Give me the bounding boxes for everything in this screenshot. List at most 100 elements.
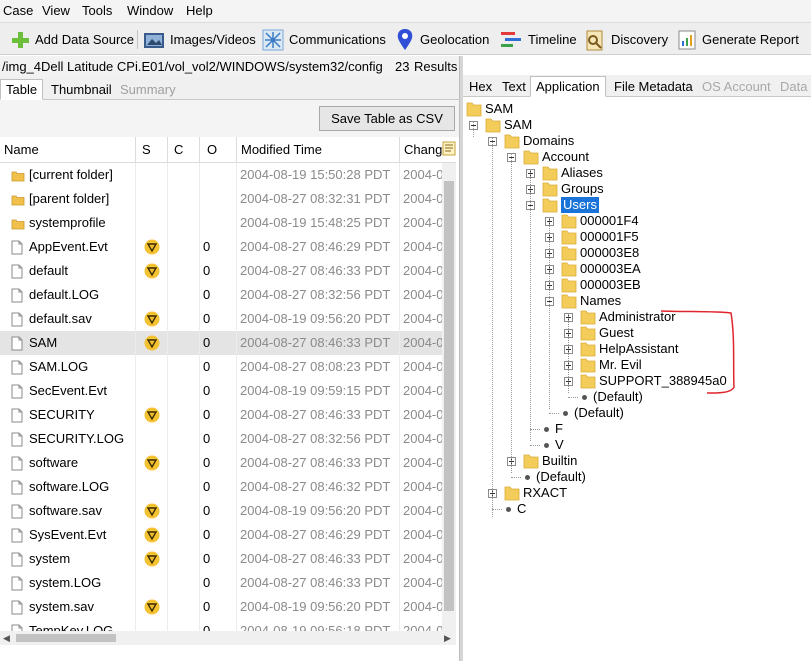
tab-thumbnail[interactable]: Thumbnail: [45, 79, 118, 100]
tab-text[interactable]: Text: [496, 76, 532, 97]
tree-node-groups[interactable]: Groups: [561, 181, 604, 197]
file-name: systemprofile: [29, 215, 106, 230]
table-row[interactable]: SAM.LOG 0 2004-08-27 08:08:23 PDT 2004-0: [0, 355, 442, 379]
tree-node-names-default[interactable]: (Default): [593, 389, 643, 405]
tree-node-mrevil[interactable]: Mr. Evil: [599, 357, 642, 373]
scroll-right-arrow-icon[interactable]: ▶: [444, 633, 451, 644]
column-header-modified-time[interactable]: Modified Time: [237, 137, 400, 163]
table-row[interactable]: SAM 0 2004-08-27 08:46:33 PDT 2004-0: [0, 331, 442, 355]
table-row[interactable]: default.sav 0 2004-08-19 09:56:20 PDT 2004-…: [0, 307, 442, 331]
tree-node-u5[interactable]: 000003EB: [580, 277, 641, 293]
table-row[interactable]: software.sav 0 2004-08-19 09:56:20 PDT 2004…: [0, 499, 442, 523]
tree-node-users-default[interactable]: (Default): [574, 405, 624, 421]
menu-tools[interactable]: Tools: [82, 3, 112, 18]
tree-node-sam[interactable]: SAM: [504, 117, 532, 133]
table-row[interactable]: SECURITY.LOG 0 2004-08-27 08:32:56 PDT 2004…: [0, 427, 442, 451]
cell-change-time: 2004-0: [403, 527, 442, 542]
menu-view[interactable]: View: [42, 3, 70, 18]
cell-score: [136, 571, 168, 595]
tree-node-u3[interactable]: 000003E8: [580, 245, 639, 261]
cell-name: SAM: [0, 331, 136, 355]
column-chooser-icon[interactable]: [442, 141, 456, 157]
cell-score: [136, 451, 168, 475]
menu-help[interactable]: Help: [186, 3, 213, 18]
tab-file-metadata[interactable]: File Metadata: [608, 76, 699, 97]
table-row[interactable]: [parent folder] 2004-08-27 08:32:31 PDT 20…: [0, 187, 442, 211]
table-row[interactable]: SysEvent.Evt 0 2004-08-27 08:46:29 PDT 2004…: [0, 523, 442, 547]
cell-name: software.sav: [0, 499, 136, 523]
table-row[interactable]: SecEvent.Evt 0 2004-08-19 09:59:15 PDT 2004…: [0, 379, 442, 403]
horizontal-scrollbar-thumb[interactable]: [16, 634, 116, 642]
geolocation-button[interactable]: Geolocation: [395, 26, 489, 53]
cell-occurrences: [200, 211, 237, 235]
registry-tree-panel: SAM SAM Domains Account Aliases Groups Users 00…: [463, 97, 811, 661]
content-viewer-tabs: Hex Text Application File Metadata OS Ac…: [463, 75, 811, 97]
tree-node-u1[interactable]: 000001F4: [580, 213, 639, 229]
occurrences-value: 0: [203, 527, 211, 542]
column-header-s[interactable]: S: [136, 137, 168, 163]
tree-node-u4[interactable]: 000003EA: [580, 261, 641, 277]
table-row[interactable]: systemprofile 2004-08-19 15:48:25 PDT 2004…: [0, 211, 442, 235]
tab-table[interactable]: Table: [0, 79, 44, 100]
column-header-o[interactable]: O: [200, 137, 237, 163]
table-row[interactable]: system 0 2004-08-27 08:46:33 PDT 2004-0: [0, 547, 442, 571]
current-path: /img_4Dell Latitude CPi.E01/vol_vol2/WIN…: [2, 59, 383, 74]
menu-window[interactable]: Window: [127, 3, 173, 18]
tree-node-u2[interactable]: 000001F5: [580, 229, 639, 245]
table-vertical-scrollbar[interactable]: [442, 163, 456, 631]
occurrences-value: 0: [203, 599, 211, 614]
occurrences-value: 0: [203, 455, 211, 470]
tree-node-guest[interactable]: Guest: [599, 325, 634, 341]
tree-node-names[interactable]: Names: [580, 293, 621, 309]
discovery-button[interactable]: Discovery: [584, 26, 668, 53]
tree-node-account[interactable]: Account: [542, 149, 589, 165]
tree-node-administrator[interactable]: Administrator: [599, 309, 676, 325]
menu-case[interactable]: Case: [3, 3, 33, 18]
tab-application[interactable]: Application: [530, 76, 606, 97]
table-row[interactable]: AppEvent.Evt 0 2004-08-27 08:46:29 PDT 2004…: [0, 235, 442, 259]
cell-occurrences: 0: [200, 523, 237, 547]
column-header-c[interactable]: C: [168, 137, 200, 163]
tab-hex[interactable]: Hex: [463, 76, 498, 97]
save-table-csv-button[interactable]: Save Table as CSV: [319, 106, 455, 131]
add-data-source-button[interactable]: Add Data Source: [10, 26, 134, 53]
tree-node-aliases[interactable]: Aliases: [561, 165, 603, 181]
table-row[interactable]: SECURITY 0 2004-08-27 08:46:33 PDT 2004-0: [0, 403, 442, 427]
scroll-left-arrow-icon[interactable]: ◀: [3, 633, 10, 644]
column-header-name[interactable]: Name: [0, 137, 136, 163]
notable-score-icon: [144, 239, 160, 259]
tree-node-rxact[interactable]: RXACT: [523, 485, 567, 501]
table-row[interactable]: default 0 2004-08-27 08:46:33 PDT 2004-0: [0, 259, 442, 283]
communications-button[interactable]: Communications: [262, 26, 386, 53]
tree-node-sam-root[interactable]: SAM: [485, 101, 513, 117]
tree-node-c[interactable]: C: [517, 501, 526, 517]
cell-score: [136, 331, 168, 355]
tree-node-domains-default[interactable]: (Default): [536, 469, 586, 485]
table-row[interactable]: default.LOG 0 2004-08-27 08:32:56 PDT 2004-…: [0, 283, 442, 307]
tree-node-v[interactable]: V: [555, 437, 564, 453]
cell-change-time: 2004-0: [403, 383, 442, 398]
tree-node-users[interactable]: Users: [561, 197, 599, 213]
table-row[interactable]: software 0 2004-08-27 08:46:33 PDT 2004-0: [0, 451, 442, 475]
scrollbar-thumb[interactable]: [444, 181, 454, 611]
table-row[interactable]: software.LOG 0 2004-08-27 08:46:32 PDT 2004…: [0, 475, 442, 499]
folder-icon: [11, 167, 25, 187]
tree-node-f[interactable]: F: [555, 421, 563, 437]
cell-occurrences: 0: [200, 427, 237, 451]
tree-node-builtin[interactable]: Builtin: [542, 453, 577, 469]
table-row[interactable]: TempKey.LOG 0 2004-08-19 09:56:18 PDT 2004-…: [0, 619, 442, 631]
tree-node-domains[interactable]: Domains: [523, 133, 574, 149]
generate-report-button[interactable]: Generate Report: [677, 26, 799, 53]
column-header-change-time[interactable]: Chang: [400, 137, 442, 163]
cell-comment: [168, 619, 200, 631]
table-row[interactable]: system.LOG 0 2004-08-27 08:46:33 PDT 2004-0: [0, 571, 442, 595]
occurrences-value: 0: [203, 503, 211, 518]
table-horizontal-scrollbar[interactable]: ◀ ▶: [0, 631, 456, 645]
timeline-button[interactable]: Timeline: [499, 26, 577, 53]
tree-node-helpassistant[interactable]: HelpAssistant: [599, 341, 678, 357]
images-videos-button[interactable]: Images/Videos: [143, 26, 256, 53]
tree-node-support[interactable]: SUPPORT_388945a0: [599, 373, 727, 389]
occurrences-value: 0: [203, 623, 211, 631]
table-row[interactable]: [current folder] 2004-08-19 15:50:28 PDT 2…: [0, 163, 442, 187]
table-row[interactable]: system.sav 0 2004-08-19 09:56:20 PDT 2004-0: [0, 595, 442, 619]
